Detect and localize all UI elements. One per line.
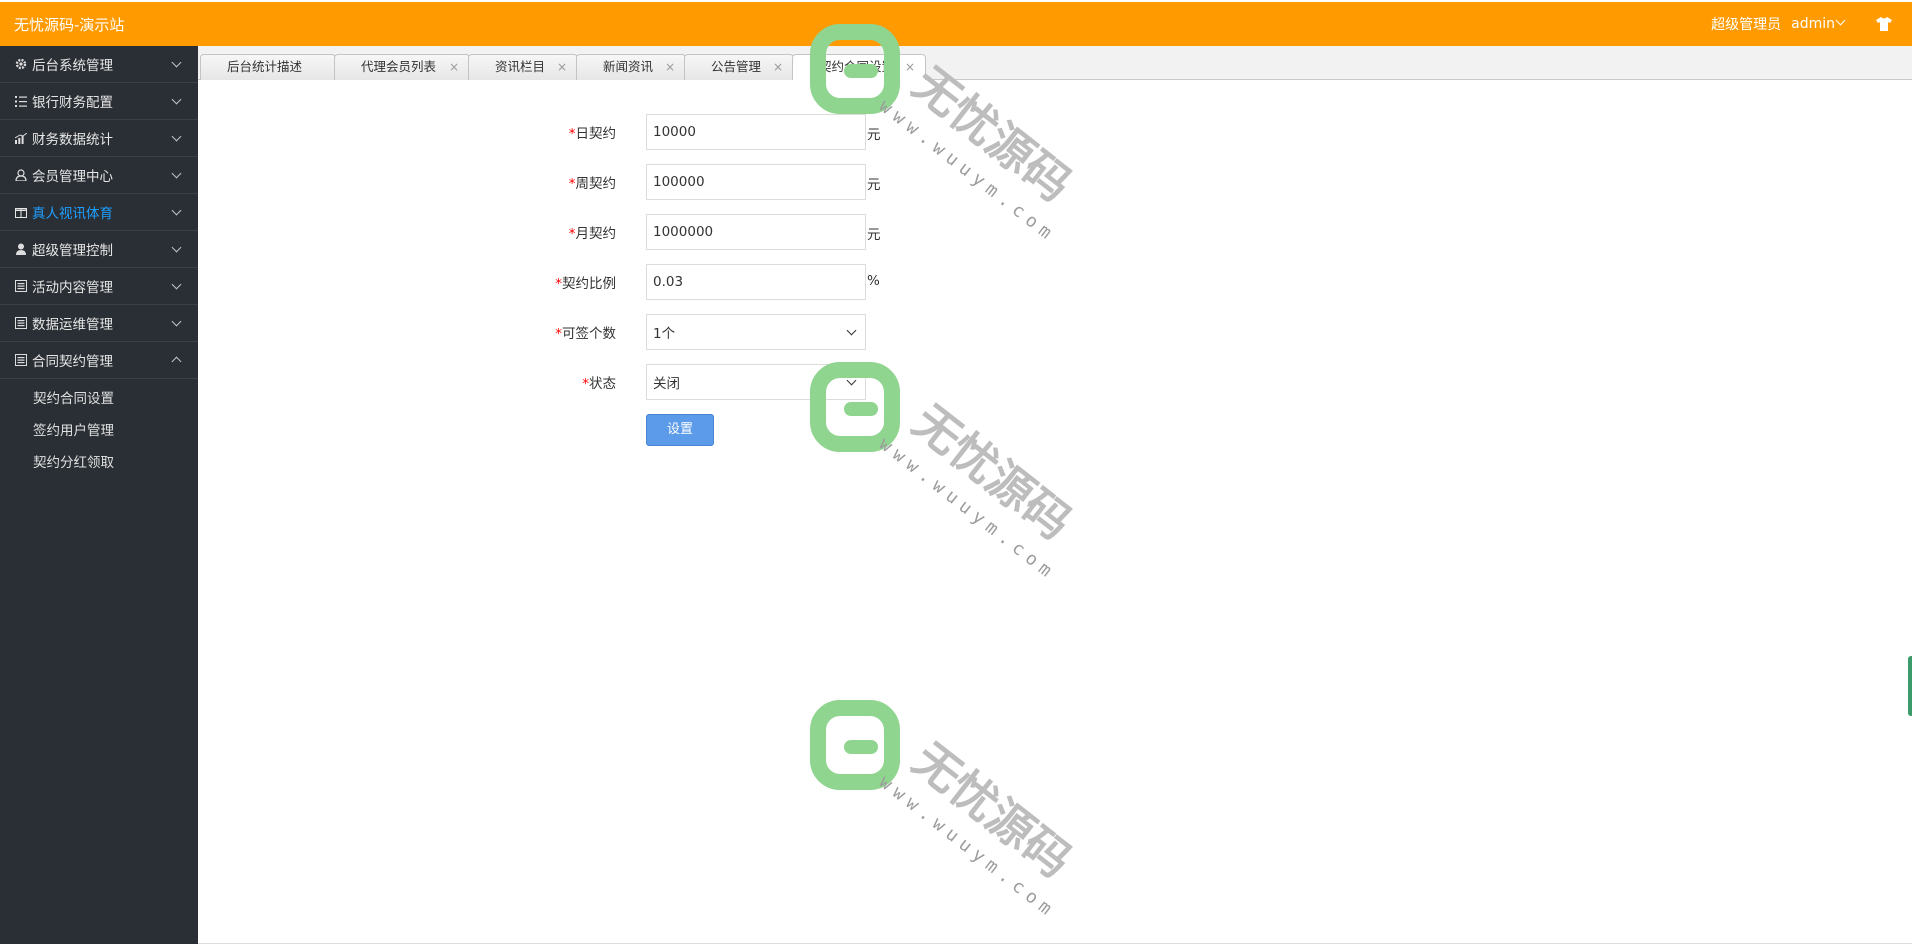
username: admin [1791, 16, 1835, 32]
user-role: 超级管理员 [1711, 17, 1782, 33]
chevron-down-icon [171, 316, 182, 327]
tab-label: 代理会员列表 [361, 59, 437, 74]
count-label: *可签个数 [555, 326, 616, 342]
tab-label: 公告管理 [711, 59, 762, 74]
sidebar-item-contracts[interactable]: 合同契约管理 [0, 342, 198, 379]
doc-icon [14, 280, 28, 292]
chevron-down-icon [171, 168, 182, 179]
sidebar-item-label: 数据运维管理 [32, 317, 113, 333]
sidebar-item-system[interactable]: 后台系统管理 [0, 46, 198, 83]
ratio-input[interactable] [646, 264, 866, 300]
daily-unit: 元 [867, 127, 881, 143]
close-icon[interactable]: × [449, 55, 459, 79]
status-selected-value: 关闭 [653, 376, 680, 392]
count-selected-value: 1个 [653, 326, 676, 342]
tab-bar: 后台统计描述 代理会员列表 × 资讯栏目 × 新闻资讯 × 公告管理 × 契约合同设置 × [198, 46, 1912, 81]
tab-label: 契约合同设置 [819, 59, 895, 74]
chevron-down-icon [1835, 15, 1846, 26]
tab-label: 资讯栏目 [495, 59, 546, 74]
gift-icon [14, 206, 28, 218]
user-area: 超级管理员 admin [1711, 14, 1892, 34]
side-float-tab[interactable] [1908, 656, 1912, 716]
close-icon[interactable]: × [665, 55, 675, 79]
sidebar-item-members[interactable]: 会员管理中心 [0, 157, 198, 194]
status-select[interactable]: 关闭 [646, 364, 866, 400]
list-icon [14, 95, 28, 107]
sidebar-item-data-ops[interactable]: 数据运维管理 [0, 305, 198, 342]
count-row: *可签个数 1个 [198, 314, 998, 350]
chevron-down-icon [171, 205, 182, 216]
doc-icon [14, 354, 28, 366]
contracts-submenu: 契约合同设置 签约用户管理 契约分红领取 [0, 379, 198, 479]
top-header: 无忧源码-演示站 超级管理员 admin [0, 2, 1912, 46]
daily-contract-input[interactable] [646, 114, 866, 150]
site-brand[interactable]: 无忧源码-演示站 [14, 14, 124, 35]
ratio-unit: % [867, 273, 880, 289]
sidebar-item-label: 真人视讯体育 [32, 206, 113, 222]
gear-icon [14, 58, 28, 70]
set-button[interactable]: 设置 [646, 414, 714, 446]
close-icon[interactable]: × [773, 55, 783, 79]
ratio-label: *契约比例 [555, 276, 616, 292]
chevron-down-icon [171, 131, 182, 142]
sidebar-item-bank[interactable]: 银行财务配置 [0, 83, 198, 120]
sidebar-item-label: 超级管理控制 [32, 243, 113, 259]
sidebar-subitem-signed-users[interactable]: 签约用户管理 [0, 415, 198, 447]
main-content: *日契约 元 *周契约 元 *月契约 元 *契约比例 % *可签个数 1个 *状… [198, 80, 1912, 944]
bottom-divider [198, 943, 1912, 944]
chevron-down-icon [171, 94, 182, 105]
chevron-up-icon [171, 356, 182, 367]
close-icon[interactable]: × [557, 55, 567, 79]
chevron-down-icon [846, 375, 857, 386]
chevron-down-icon [846, 325, 857, 336]
chart-icon [14, 132, 28, 144]
chevron-down-icon [171, 57, 182, 68]
ratio-row: *契约比例 % [198, 264, 998, 300]
count-select[interactable]: 1个 [646, 314, 866, 350]
sidebar-item-label: 活动内容管理 [32, 280, 113, 296]
chevron-down-icon [171, 242, 182, 253]
tab-agent-members[interactable]: 代理会员列表 × [334, 54, 470, 80]
sidebar-subitem-contract-settings[interactable]: 契约合同设置 [0, 383, 198, 415]
sidebar-item-label: 后台系统管理 [32, 58, 113, 74]
sidebar-item-activity[interactable]: 活动内容管理 [0, 268, 198, 305]
tab-stats[interactable]: 后台统计描述 [200, 54, 336, 80]
sidebar-item-finance-stats[interactable]: 财务数据统计 [0, 120, 198, 157]
sidebar-item-live-sports[interactable]: 真人视讯体育 [0, 194, 198, 231]
monthly-unit: 元 [867, 227, 881, 243]
tab-contract-settings[interactable]: 契约合同设置 × [792, 54, 926, 81]
status-label: *状态 [582, 376, 616, 392]
sidebar-item-super-admin[interactable]: 超级管理控制 [0, 231, 198, 268]
tab-label: 新闻资讯 [603, 59, 654, 74]
monthly-label: *月契约 [568, 226, 616, 242]
sidebar-item-label: 合同契约管理 [32, 354, 113, 370]
tab-news[interactable]: 新闻资讯 × [576, 54, 686, 80]
daily-row: *日契约 元 [198, 114, 998, 150]
sidebar-subitem-dividends[interactable]: 契约分红领取 [0, 447, 198, 479]
chevron-down-icon [171, 279, 182, 290]
weekly-contract-input[interactable] [646, 164, 866, 200]
weekly-row: *周契约 元 [198, 164, 998, 200]
sidebar-item-label: 银行财务配置 [32, 95, 113, 111]
weekly-label: *周契约 [568, 176, 616, 192]
user-icon [14, 169, 28, 181]
monthly-contract-input[interactable] [646, 214, 866, 250]
weekly-unit: 元 [867, 177, 881, 193]
daily-label: *日契约 [568, 126, 616, 142]
sidebar-item-label: 财务数据统计 [32, 132, 113, 148]
doc-icon [14, 317, 28, 329]
tab-label: 后台统计描述 [227, 59, 303, 74]
tab-news-columns[interactable]: 资讯栏目 × [468, 54, 578, 80]
theme-shirt-icon[interactable] [1876, 17, 1892, 31]
tab-announcements[interactable]: 公告管理 × [684, 54, 794, 80]
user-menu[interactable]: admin [1791, 15, 1848, 32]
status-row: *状态 关闭 [198, 364, 998, 400]
user-solid-icon [14, 243, 28, 255]
monthly-row: *月契约 元 [198, 214, 998, 250]
close-icon[interactable]: × [905, 55, 915, 79]
sidebar: 后台系统管理 银行财务配置 财务数据统计 会员管理中心 真人视讯体育 超级管理控… [0, 46, 198, 944]
sidebar-item-label: 会员管理中心 [32, 169, 113, 185]
